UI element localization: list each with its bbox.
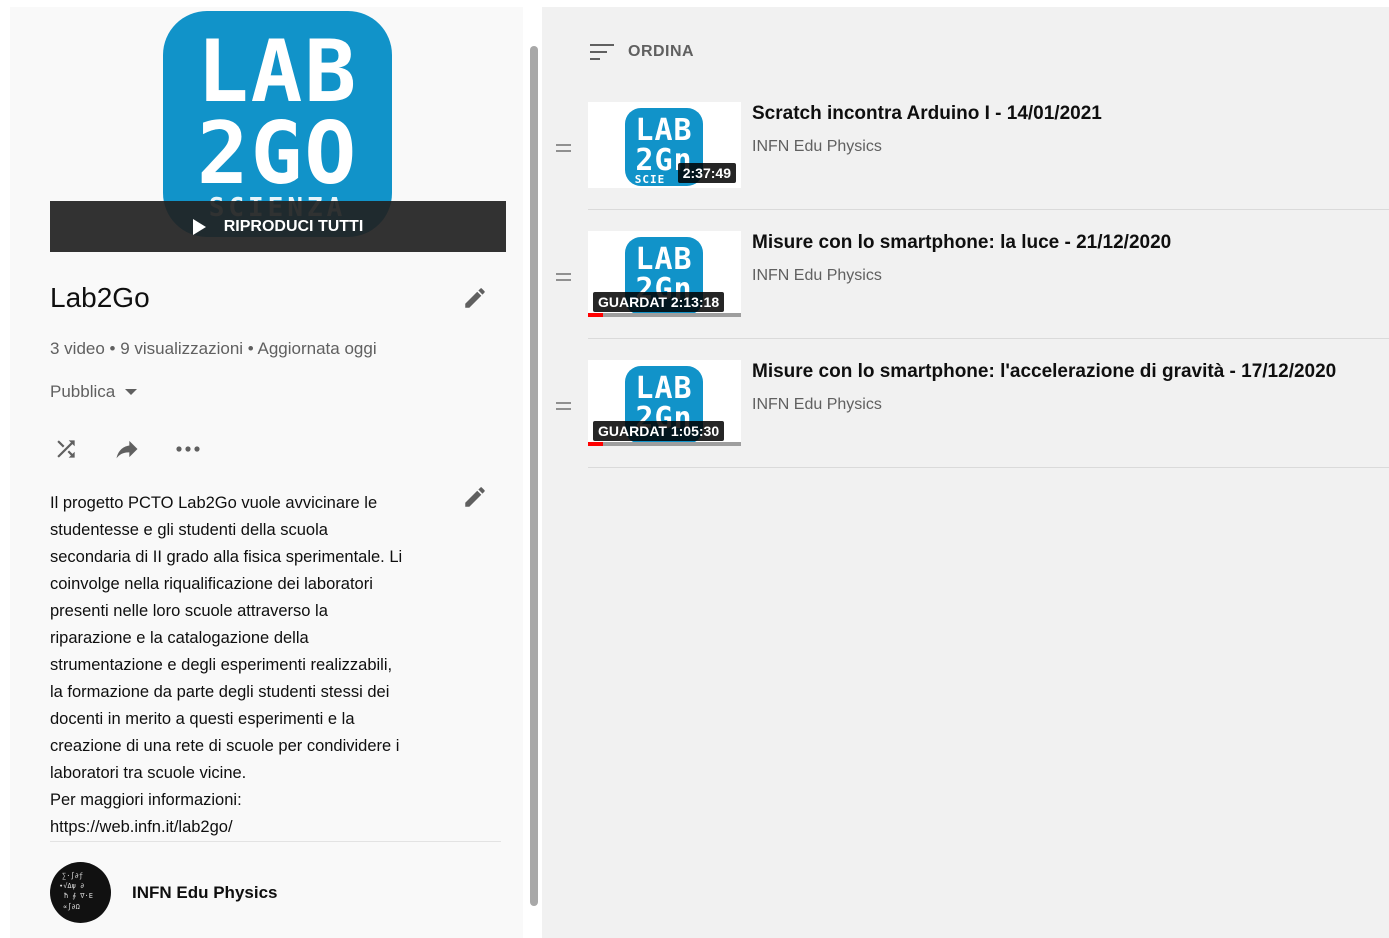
playlist-description: Il progetto PCTO Lab2Go vuole avvicinare… <box>50 494 403 836</box>
privacy-dropdown[interactable]: Pubblica <box>50 382 138 402</box>
playlist-hero[interactable]: LAB 2GO SCIENZA RIPRODUCI TUTTI <box>50 7 506 252</box>
drag-handle-icon[interactable] <box>556 273 571 283</box>
caret-down-icon <box>125 389 138 395</box>
playlist-actions <box>50 433 233 465</box>
video-title[interactable]: Scratch incontra Arduino I - 14/01/2021 <box>752 102 1102 126</box>
logo-line-2: 2GO <box>196 104 359 204</box>
share-icon[interactable] <box>111 433 143 465</box>
pencil-icon[interactable] <box>462 484 488 510</box>
play-all-button[interactable]: RIPRODUCI TUTTI <box>50 201 506 252</box>
duration-badge: 1:05:30 <box>670 423 720 439</box>
video-row: LAB 2Gn GUARDAT 1:05:30 Misure con lo sm… <box>542 360 1389 489</box>
thumb-logo-line-1: LAB <box>635 242 693 277</box>
divider <box>588 209 1389 210</box>
video-row: LAB 2Gn SCIE 2:37:49 Scratch incontra Ar… <box>542 102 1389 231</box>
video-thumbnail[interactable]: LAB 2Gn SCIE 2:37:49 <box>588 102 741 188</box>
sort-button[interactable]: ORDINA <box>590 43 694 61</box>
thumb-logo-line-1: LAB <box>635 371 693 406</box>
watch-progress-bar <box>588 313 741 317</box>
more-icon[interactable] <box>172 433 204 465</box>
video-title[interactable]: Misure con lo smartphone: l'accelerazion… <box>752 360 1336 384</box>
divider <box>588 338 1389 339</box>
watched-label: GUARDAT <box>598 294 667 310</box>
divider <box>588 467 1389 468</box>
watch-progress-fill <box>588 313 604 317</box>
watched-badge: GUARDAT 1:05:30 <box>593 421 725 441</box>
shuffle-icon[interactable] <box>50 433 82 465</box>
pencil-icon[interactable] <box>462 285 488 311</box>
playlist-sidebar: LAB 2GO SCIENZA RIPRODUCI TUTTI Lab2Go 3… <box>10 7 523 938</box>
divider <box>50 841 501 842</box>
play-icon <box>192 218 206 235</box>
video-channel[interactable]: INFN Edu Physics <box>752 396 882 414</box>
video-thumbnail[interactable]: LAB 2Gn GUARDAT 2:13:18 <box>588 231 741 317</box>
video-channel[interactable]: INFN Edu Physics <box>752 138 882 156</box>
watch-progress-bar <box>588 442 741 446</box>
sort-icon <box>590 44 614 60</box>
owner-name: INFN Edu Physics <box>132 882 278 902</box>
video-title[interactable]: Misure con lo smartphone: la luce - 21/1… <box>752 231 1171 255</box>
video-list-panel: ORDINA LAB 2Gn SCIE 2:37:49 Scratch inco… <box>542 7 1389 938</box>
watch-progress-fill <box>588 442 604 446</box>
sort-label: ORDINA <box>628 43 695 60</box>
video-thumbnail[interactable]: LAB 2Gn GUARDAT 1:05:30 <box>588 360 741 446</box>
privacy-label: Pubblica <box>50 382 116 401</box>
watched-badge: GUARDAT 2:13:18 <box>593 292 725 312</box>
watched-label: GUARDAT <box>598 423 667 439</box>
playlist-owner[interactable]: ∑·∫∂ƒ ∙√Δψ ∂ ħ ∮ ∇·E ∝∫∂Ω INFN Edu Physi… <box>50 862 277 923</box>
playlist-stats: 3 video • 9 visualizzazioni • Aggiornata… <box>50 339 377 358</box>
duration-badge: 2:13:18 <box>670 294 720 310</box>
drag-handle-icon[interactable] <box>556 144 571 154</box>
avatar: ∑·∫∂ƒ ∙√Δψ ∂ ħ ∮ ∇·E ∝∫∂Ω <box>50 862 111 923</box>
thumb-logo-line-1: LAB <box>635 113 693 148</box>
video-row: LAB 2Gn GUARDAT 2:13:18 Misure con lo sm… <box>542 231 1389 360</box>
drag-handle-icon[interactable] <box>556 402 571 412</box>
video-channel[interactable]: INFN Edu Physics <box>752 267 882 285</box>
sidebar-scrollbar[interactable] <box>530 46 538 906</box>
playlist-title: Lab2Go <box>50 282 150 313</box>
duration-badge: 2:37:49 <box>677 163 736 183</box>
play-all-label: RIPRODUCI TUTTI <box>223 217 364 235</box>
